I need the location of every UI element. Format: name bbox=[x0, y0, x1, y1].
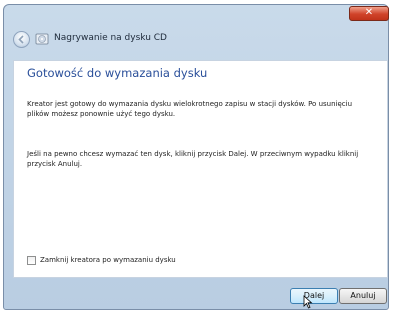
wizard-header: Nagrywanie na dysku CD bbox=[11, 25, 389, 55]
close-button[interactable]: ✕ bbox=[349, 6, 389, 21]
description-paragraph: Kreator jest gotowy do wymazania dysku w… bbox=[27, 100, 353, 118]
cancel-button[interactable]: Anuluj bbox=[339, 288, 387, 304]
cd-burner-icon bbox=[35, 33, 49, 45]
close-after-erase-checkbox[interactable] bbox=[27, 256, 36, 265]
mouse-cursor-icon bbox=[303, 295, 313, 309]
back-button[interactable] bbox=[13, 31, 30, 48]
close-after-erase-label[interactable]: Zamknij kreatora po wymazaniu dysku bbox=[40, 255, 176, 266]
content-panel bbox=[13, 60, 388, 278]
back-arrow-icon bbox=[18, 35, 24, 44]
window-title: Nagrywanie na dysku CD bbox=[54, 33, 167, 43]
close-icon: ✕ bbox=[364, 7, 374, 18]
next-button[interactable]: Dalej bbox=[290, 288, 338, 304]
instruction-paragraph: Jeśli na pewno chcesz wymazać ten dysk, … bbox=[27, 150, 359, 168]
page-heading: Gotowość do wymazania dysku bbox=[27, 66, 208, 80]
